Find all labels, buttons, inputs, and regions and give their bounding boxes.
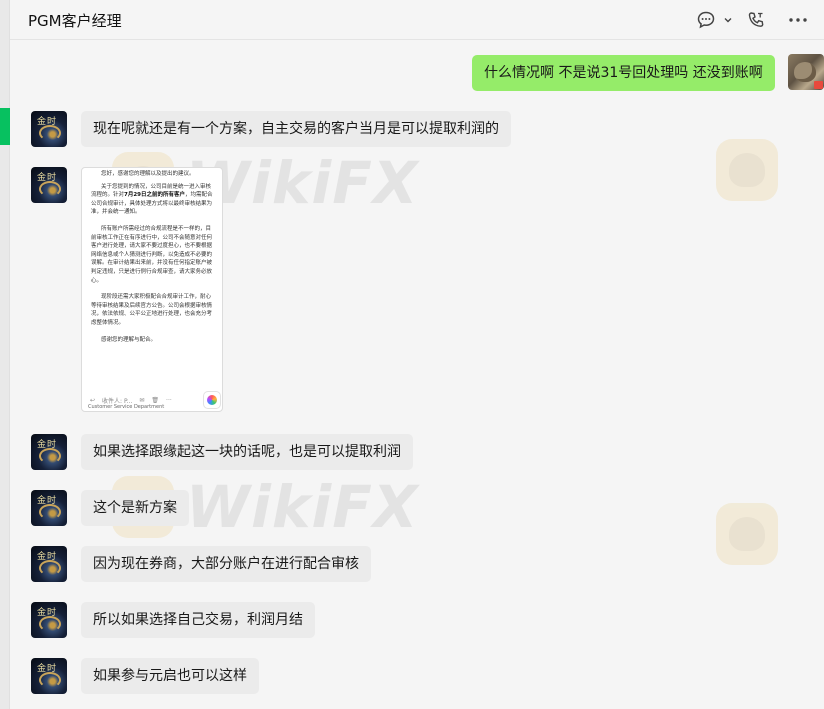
avatar-emblem-icon <box>39 448 61 464</box>
message-bubble-incoming[interactable]: 如果参与元启也可以这样 <box>81 658 259 694</box>
message-bubble-incoming[interactable]: 如果选择跟缘起这一块的话呢，也是可以提取利润 <box>81 434 413 470</box>
contact-avatar[interactable]: 金时 <box>31 490 67 526</box>
document-text: 您好，感谢您的理解以及提出的建议。 关于您提到的情况，公司目前是统一进入审核流程… <box>91 170 215 352</box>
chat-header: PGM客户经理 <box>10 0 824 40</box>
trash-icon: 🗑 <box>151 396 160 404</box>
message-bubble-outgoing[interactable]: 什么情况啊 不是说31号回处理吗 还没到账啊 <box>472 55 775 91</box>
avatar-emblem-icon <box>39 560 61 576</box>
mail-icon: ✉ <box>139 396 145 404</box>
contact-avatar[interactable]: 金时 <box>31 546 67 582</box>
contact-avatar[interactable]: 金时 <box>31 111 67 147</box>
reply-icon: ↩ <box>90 396 96 404</box>
watermark-text: WikiFX <box>186 473 419 541</box>
message-list[interactable]: WikiFX WikiFX 什么情况啊 不是说31号回处理吗 还没到账啊 金时 … <box>10 41 824 709</box>
avatar-emblem-icon <box>39 125 61 141</box>
avatar-emblem-icon <box>39 616 61 632</box>
conversation-list-edge <box>0 0 10 709</box>
chevron-down-icon-svg <box>724 18 732 23</box>
watermark-logo-icon <box>716 139 778 201</box>
document-signature: Customer Service Department <box>88 404 165 410</box>
more-icon-svg <box>789 18 807 22</box>
chat-window: PGM客户经理 WikiFX WikiFX 什么情况啊 不是说31号回处理吗 还… <box>0 0 824 709</box>
message-bubble-incoming[interactable]: 所以如果选择自己交易，利润月结 <box>81 602 315 638</box>
chevron-down-icon[interactable] <box>722 8 734 32</box>
document-paragraph: 所有账户所需经过的合规流程是不一样的，目前审核工作正在有序进行中，公司不会随意对… <box>91 225 213 284</box>
header-actions <box>694 8 810 32</box>
active-conversation-marker <box>0 108 10 145</box>
message-image-document[interactable]: 您好，感谢您的理解以及提出的建议。 关于您提到的情况，公司目前是统一进入审核流程… <box>81 167 223 412</box>
message-bubble-incoming[interactable]: 因为现在券商，大部分账户在进行配合审核 <box>81 546 371 582</box>
watermark <box>716 503 778 565</box>
chat-bubble-icon-svg <box>697 11 715 29</box>
contact-avatar[interactable]: 金时 <box>31 658 67 694</box>
avatar-emblem-icon <box>39 504 61 520</box>
document-paragraph: 您好，感谢您的理解以及提出的建议。 <box>101 171 195 177</box>
ai-assistant-icon <box>203 391 221 409</box>
document-bold-date: 7月29日之前的所有客户 <box>124 192 185 199</box>
chat-bubble-icon[interactable] <box>694 8 718 32</box>
flag-badge-icon <box>814 81 823 89</box>
more-icon: ··· <box>166 396 172 404</box>
message-bubble-incoming[interactable]: 现在呢就还是有一个方案，自主交易的客户当月是可以提取利润的 <box>81 111 511 147</box>
contact-avatar[interactable]: 金时 <box>31 167 67 203</box>
avatar-emblem-icon <box>39 181 61 197</box>
document-paragraph: 关于您提到的情况，公司目前是统一进入审核流程的。针对7月29日之前的所有客户，均… <box>91 183 215 217</box>
chat-title: PGM客户经理 <box>28 12 122 30</box>
document-paragraph: 感谢您的理解与配合。 <box>101 336 157 343</box>
phone-icon[interactable] <box>744 8 768 32</box>
avatar-cat-shape <box>794 62 816 82</box>
phone-icon-svg <box>748 12 764 27</box>
watermark-logo-icon <box>716 503 778 565</box>
contact-avatar[interactable]: 金时 <box>31 434 67 470</box>
message-bubble-incoming[interactable]: 这个是新方案 <box>81 490 189 526</box>
my-avatar[interactable] <box>788 54 824 90</box>
document-paragraph: 现阶段还需大家积极配合合规审计工作，耐心等待审核结果及后续官方公告。公司会根据审… <box>91 294 213 326</box>
contact-avatar[interactable]: 金时 <box>31 602 67 638</box>
more-icon[interactable] <box>786 8 810 32</box>
avatar-emblem-icon <box>39 672 61 688</box>
watermark <box>716 139 778 201</box>
